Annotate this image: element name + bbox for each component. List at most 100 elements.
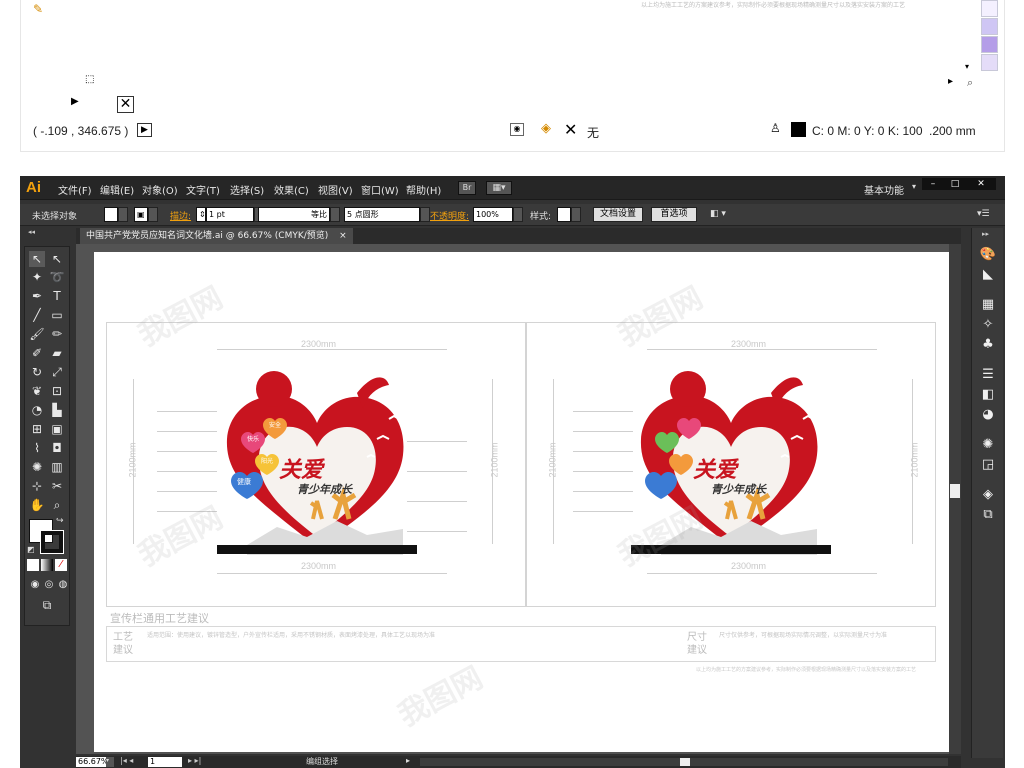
gradient-mode-icon[interactable] — [41, 559, 53, 571]
color-guide-icon[interactable]: ◣ — [978, 266, 998, 284]
blend-tool-icon[interactable]: ◘ — [49, 440, 65, 456]
fill-bucket-icon[interactable]: ◈ — [541, 121, 551, 136]
panel-menu-icon[interactable]: ▾☰ — [977, 209, 990, 219]
eyedropper-icon[interactable]: ✎ — [33, 2, 49, 18]
heart-sign-graphic[interactable]: 关爱 青少年成长 — [631, 369, 831, 555]
fill-dropdown[interactable] — [118, 207, 128, 222]
swatch-pale[interactable] — [981, 54, 998, 71]
selection-tool-icon[interactable]: ↖ — [29, 251, 45, 267]
heart-sign-graphic[interactable]: 快乐 安全 阳光 健康 关爱 青少年成长 — [217, 369, 417, 555]
swatch-dropdown-icon[interactable]: ▾ — [965, 62, 969, 71]
preferences-button[interactable]: 首选项 — [651, 207, 697, 222]
stroke-label[interactable]: 描边: — [170, 209, 191, 222]
workspace-switcher[interactable]: 基本功能 — [864, 182, 904, 197]
menu-help[interactable]: 帮助(H) — [406, 182, 441, 197]
zoom-small-icon[interactable]: ⌕ — [967, 76, 973, 90]
menu-effect[interactable]: 效果(C) — [274, 182, 309, 197]
blob-brush-tool-icon[interactable]: ✐ — [29, 345, 45, 361]
minimize-button[interactable]: – — [922, 178, 944, 190]
vertical-scroll-thumb[interactable] — [950, 484, 960, 498]
bridge-button[interactable]: Br — [458, 181, 476, 195]
document-setup-button[interactable]: 文档设置 — [593, 207, 643, 222]
menu-file[interactable]: 文件(F) — [58, 182, 92, 197]
swatch-purple[interactable] — [981, 36, 998, 53]
play-button[interactable]: ▶ — [137, 123, 152, 137]
horizontal-scroll-thumb[interactable] — [680, 758, 690, 766]
stroke-pen-icon[interactable]: ♙ — [770, 121, 781, 135]
scroll-arrow-right[interactable]: ▸ — [948, 76, 953, 87]
hand-tool-icon[interactable]: ✋ — [29, 497, 45, 513]
tab-close-icon[interactable]: × — [339, 231, 347, 241]
style-swatch[interactable] — [557, 207, 571, 222]
gradient-panel-icon[interactable]: ◧ — [978, 386, 998, 404]
brush-definition[interactable]: 5 点圆形 — [344, 207, 420, 222]
free-transform-tool-icon[interactable]: ⊡ — [49, 383, 65, 399]
swatch-light[interactable] — [981, 0, 998, 17]
next-artboard-icon[interactable]: ▸ ▸| — [188, 756, 201, 765]
swap-colors-icon[interactable]: ↪ — [56, 516, 64, 526]
menu-view[interactable]: 视图(V) — [318, 182, 353, 197]
pencil-tool-icon[interactable]: ✏ — [49, 326, 65, 342]
stroke-weight-stepper[interactable]: ⇕ — [196, 207, 206, 222]
rotate-tool-icon[interactable]: ↻ — [29, 364, 45, 380]
column-graph-tool-icon[interactable]: ▥ — [49, 459, 65, 475]
perspective-grid-tool-icon[interactable]: ▙ — [49, 402, 65, 418]
lasso-tool-icon[interactable]: ➰ — [49, 269, 65, 285]
arrange-documents-icon[interactable]: ▦▾ — [486, 181, 512, 195]
line-tool-icon[interactable]: ╱ — [29, 307, 45, 323]
color-mode-icon[interactable] — [27, 559, 39, 571]
eyedropper-tool-icon[interactable]: ⌇ — [29, 440, 45, 456]
graphic-styles-icon[interactable]: ◲ — [978, 456, 998, 474]
first-artboard-icon[interactable]: |◂ ◂ — [120, 756, 133, 765]
swatch-lavender[interactable] — [981, 18, 998, 35]
stroke-dropdown[interactable] — [148, 207, 158, 222]
draw-inside-icon[interactable]: ◍ — [55, 577, 71, 593]
stroke-weight-input[interactable]: 1 pt — [206, 207, 254, 222]
appearance-panel-icon[interactable]: ✺ — [978, 436, 998, 454]
brushes-panel-icon[interactable]: ✧ — [978, 316, 998, 334]
scale-tool-icon[interactable]: ⤢ — [49, 364, 65, 380]
slice-tool-icon[interactable]: ✂ — [49, 478, 65, 494]
document-tab[interactable]: 中国共产党党员应知名词文化墙.ai @ 66.67% (CMYK/预览) × — [80, 228, 353, 244]
symbol-sprayer-tool-icon[interactable]: ✺ — [29, 459, 45, 475]
canvas-area[interactable]: 2300mm 2100mm 2100mm 2300mm 快乐 安全 阳光 健康 … — [76, 244, 961, 754]
stroke-color-box[interactable] — [40, 530, 64, 554]
small-tool-icon[interactable]: ⬚ — [85, 74, 97, 86]
style-dropdown[interactable] — [571, 207, 581, 222]
menu-window[interactable]: 窗口(W) — [361, 182, 399, 197]
gradient-tool-icon[interactable]: ▣ — [49, 421, 65, 437]
color-panel-icon[interactable]: 🎨 — [978, 246, 998, 264]
play-arrow-icon[interactable]: ▶ — [71, 96, 79, 107]
close-button[interactable]: ✕ — [966, 178, 996, 190]
arrange-icon[interactable]: ◧ ▾ — [710, 209, 726, 219]
artboard[interactable]: 2300mm 2100mm 2100mm 2300mm 快乐 安全 阳光 健康 … — [94, 252, 950, 752]
rectangle-tool-icon[interactable]: ▭ — [49, 307, 65, 323]
zoom-dropdown[interactable]: ▾ — [106, 757, 114, 767]
artboard-number-input[interactable]: 1 — [148, 757, 182, 767]
shape-builder-tool-icon[interactable]: ◔ — [29, 402, 45, 418]
zoom-input[interactable]: 66.67% — [76, 757, 109, 767]
zoom-tool-icon[interactable]: ⌕ — [49, 497, 65, 513]
black-swatch[interactable] — [791, 122, 806, 137]
paintbrush-tool-icon[interactable]: 🖌 — [29, 326, 45, 342]
profile-dropdown[interactable] — [330, 207, 340, 222]
direct-selection-tool-icon[interactable]: ↖ — [49, 251, 65, 267]
magic-wand-tool-icon[interactable]: ✦ — [29, 269, 45, 285]
none-swatch-icon[interactable]: ✕ — [117, 96, 134, 113]
menu-edit[interactable]: 编辑(E) — [100, 182, 134, 197]
type-tool-icon[interactable]: T — [49, 288, 65, 304]
warp-tool-icon[interactable]: ❦ — [29, 383, 45, 399]
workspace-dropdown-icon[interactable]: ▾ — [912, 182, 916, 191]
menu-type[interactable]: 文字(T) — [186, 182, 220, 197]
brush-dropdown[interactable] — [420, 207, 430, 222]
opacity-dropdown[interactable] — [513, 207, 523, 222]
artboard-tool-icon[interactable]: ⊹ — [29, 478, 45, 494]
menu-select[interactable]: 选择(S) — [230, 182, 264, 197]
pen-tool-icon[interactable]: ✒ — [29, 288, 45, 304]
maximize-button[interactable]: □ — [944, 178, 966, 190]
vertical-scrollbar[interactable] — [949, 244, 961, 754]
layers-panel-icon[interactable]: ◈ — [978, 486, 998, 504]
variable-width-profile[interactable]: 等比 — [258, 207, 330, 222]
symbols-panel-icon[interactable]: ♣ — [978, 336, 998, 354]
panel-collapse-icon[interactable]: ▸▸ — [982, 230, 989, 238]
